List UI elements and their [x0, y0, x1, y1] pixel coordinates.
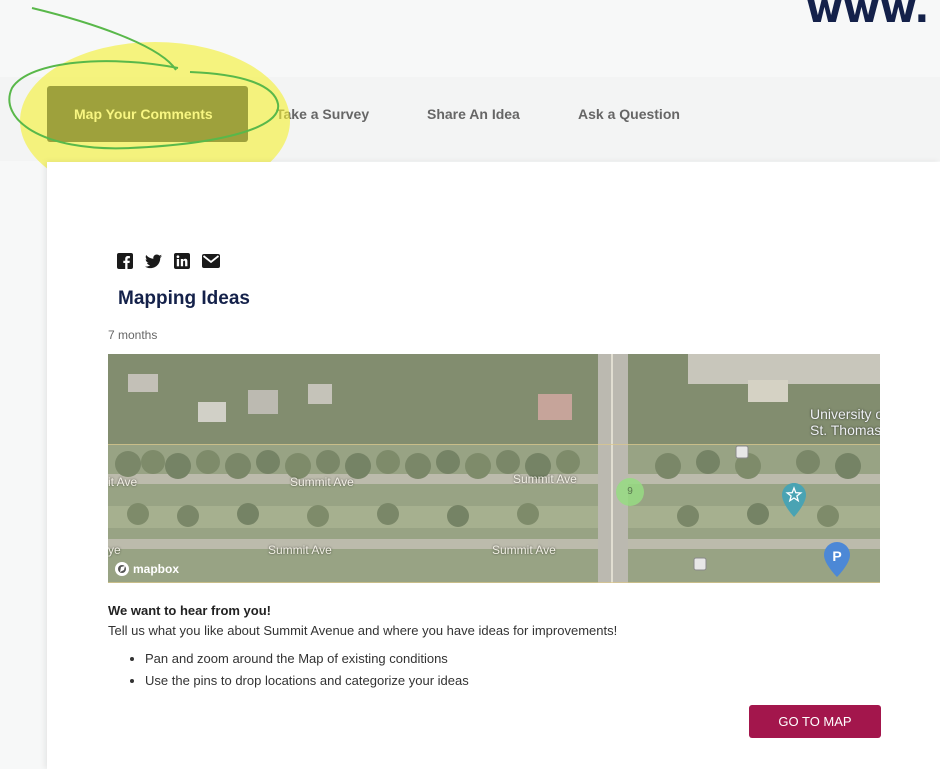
list-item: Pan and zoom around the Map of existing …: [145, 648, 469, 670]
map-label-street: it Ave: [108, 475, 138, 489]
map-label-street: Summit Ave: [268, 543, 332, 557]
map-cluster-marker[interactable]: 9: [616, 478, 644, 506]
instruction-list: Pan and zoom around the Map of existing …: [128, 648, 469, 692]
page-title: Mapping Ideas: [118, 288, 250, 309]
map-label-street: Summit Ave: [492, 543, 556, 557]
tab-share-an-idea[interactable]: Share An Idea: [427, 86, 520, 142]
go-to-map-button[interactable]: GO TO MAP: [749, 705, 881, 738]
mapbox-text: mapbox: [133, 562, 180, 576]
list-item: Use the pins to drop locations and categ…: [145, 670, 469, 692]
intro-text: Tell us what you like about Summit Avenu…: [108, 623, 618, 638]
mapbox-logo-icon: [115, 562, 129, 576]
email-icon[interactable]: [202, 254, 220, 268]
tab-bar: Map Your Comments Take a Survey Share An…: [0, 77, 940, 161]
tab-ask-a-question[interactable]: Ask a Question: [578, 86, 680, 142]
map-label-university: University of St. Thomas: [810, 406, 880, 438]
post-date: 7 months: [108, 328, 158, 342]
mapbox-attribution[interactable]: mapbox: [114, 560, 179, 578]
parking-pin-icon[interactable]: P: [823, 542, 851, 578]
map-label-street: Summit Ave: [290, 475, 354, 489]
star-pin-icon[interactable]: [780, 482, 808, 518]
map-label-street: Summit Ave: [513, 472, 577, 486]
twitter-icon[interactable]: [145, 253, 162, 269]
tab-take-a-survey[interactable]: Take a Survey: [276, 86, 369, 142]
tab-map-your-comments[interactable]: Map Your Comments: [47, 86, 248, 142]
intro-heading: We want to hear from you!: [108, 603, 271, 618]
share-bar: [117, 252, 220, 270]
map-label-street: ye: [108, 543, 121, 557]
facebook-icon[interactable]: [117, 253, 133, 269]
url-text: www.: [806, 0, 930, 32]
linkedin-icon[interactable]: [174, 253, 190, 269]
map-preview[interactable]: University of St. Thomas it Ave Summit A…: [108, 354, 880, 583]
parking-pin-label: P: [832, 548, 841, 564]
